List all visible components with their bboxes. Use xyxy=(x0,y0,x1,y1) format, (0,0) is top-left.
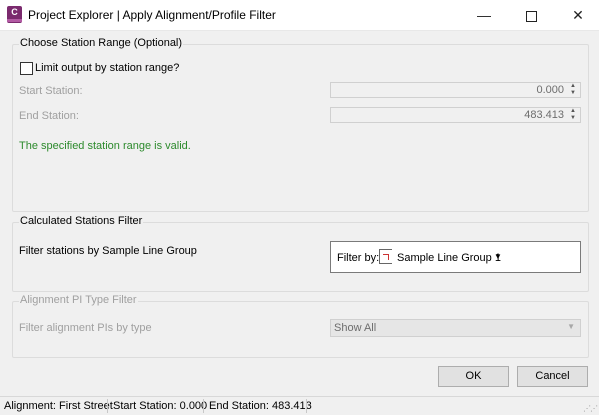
sample-line-group-icon xyxy=(379,249,392,264)
chevron-down-icon[interactable]: ▼ xyxy=(567,322,575,331)
filter-stations-label: Filter stations by Sample Line Group xyxy=(19,245,197,257)
end-station-value: 483.413 xyxy=(524,109,564,121)
resize-grip-icon[interactable]: ⋰⋰ xyxy=(583,404,598,413)
end-station-input[interactable]: 483.413 ▲ ▼ xyxy=(330,107,581,123)
end-station-spinner[interactable]: ▲ ▼ xyxy=(568,108,578,122)
pi-type-select[interactable]: Show All ▼ xyxy=(330,319,581,337)
station-range-valid-message: The specified station range is valid. xyxy=(19,140,191,152)
sample-line-group-filter[interactable]: Filter by: Sample Line Group 1 ▼ xyxy=(330,241,581,273)
status-divider xyxy=(306,399,307,413)
spin-up-icon[interactable]: ▲ xyxy=(568,108,578,115)
title-bar: C Project Explorer | Apply Alignment/Pro… xyxy=(0,0,599,31)
close-button[interactable]: ✕ xyxy=(555,0,599,30)
minimize-icon: — xyxy=(477,7,491,23)
filter-by-value[interactable]: Sample Line Group 1 xyxy=(397,252,501,264)
status-divider xyxy=(203,399,204,413)
civil3d-app-icon: C xyxy=(7,6,22,23)
limit-station-range-checkbox[interactable] xyxy=(20,62,33,75)
ok-button[interactable]: OK xyxy=(438,366,509,387)
chevron-down-icon[interactable]: ▼ xyxy=(494,252,502,261)
maximize-icon xyxy=(525,10,537,22)
start-station-label: Start Station: xyxy=(19,85,83,97)
status-bar: Alignment: First Street Start Station: 0… xyxy=(0,396,599,415)
cancel-button[interactable]: Cancel xyxy=(517,366,588,387)
alignment-pi-type-filter-title: Alignment PI Type Filter xyxy=(19,294,138,306)
app-icon-letter: C xyxy=(11,7,18,17)
spin-up-icon[interactable]: ▲ xyxy=(568,83,578,90)
start-station-spinner[interactable]: ▲ ▼ xyxy=(568,83,578,97)
minimize-button[interactable]: — xyxy=(461,0,507,30)
filter-by-label: Filter by: xyxy=(337,252,380,264)
start-station-input[interactable]: 0.000 ▲ ▼ xyxy=(330,82,581,98)
status-alignment: Alignment: First Street xyxy=(4,400,113,412)
window-title: Project Explorer | Apply Alignment/Profi… xyxy=(28,8,276,22)
status-end-station: End Station: 483.413 xyxy=(209,400,312,412)
station-range-group-title: Choose Station Range (Optional) xyxy=(19,37,184,49)
end-station-label: End Station: xyxy=(19,110,79,122)
close-icon: ✕ xyxy=(572,7,584,23)
calculated-stations-filter-title: Calculated Stations Filter xyxy=(19,215,144,227)
limit-station-range-label[interactable]: Limit output by station range? xyxy=(35,62,179,74)
spin-down-icon[interactable]: ▼ xyxy=(568,90,578,97)
status-start-station: Start Station: 0.000 xyxy=(113,400,208,412)
pi-type-selected: Show All xyxy=(334,322,377,334)
start-station-value: 0.000 xyxy=(536,84,564,96)
filter-pi-type-label: Filter alignment PIs by type xyxy=(19,322,152,334)
spin-down-icon[interactable]: ▼ xyxy=(568,115,578,122)
status-divider xyxy=(107,399,108,413)
maximize-button[interactable] xyxy=(508,0,554,30)
